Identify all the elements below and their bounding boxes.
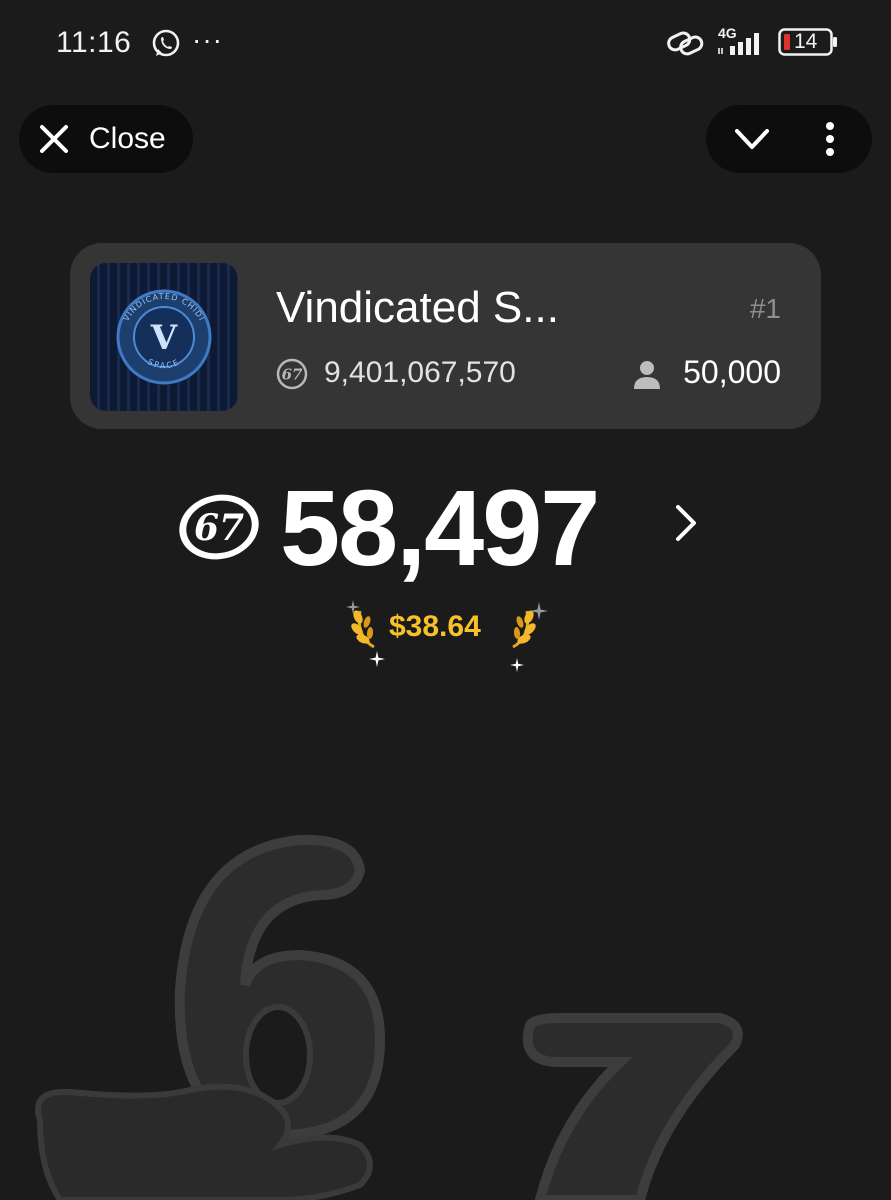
more-vertical-icon[interactable] [818,121,842,157]
usd-value: $38.64 [389,610,481,643]
community-members: 50,000 [683,354,781,390]
coin-big-label: 67 [194,507,244,549]
digit-seven-shape [522,1013,743,1200]
coin-small-label: 67 [282,366,303,384]
community-card[interactable]: VINDICATED CHIDI SPACE V Vindicated S...… [70,243,821,429]
close-button[interactable]: Close [19,105,193,173]
chevron-right-icon[interactable] [672,502,700,544]
close-label: Close [89,122,166,155]
coin-67-icon: 67 [276,358,308,390]
sparkle-icon [346,600,360,614]
link-icon [667,31,704,56]
sparkle-icon [510,658,524,672]
menu-button-group [706,105,872,173]
coin-67-icon: 67 [179,494,259,560]
person-icon [634,361,660,389]
community-name: Vindicated S... [276,283,559,332]
more-notifications-icon: ··· [192,24,223,55]
background-67-illustration [35,834,743,1200]
sparkle-icon [530,602,548,620]
close-icon [40,125,68,153]
chevron-down-icon[interactable] [732,122,772,156]
community-total: 9,401,067,570 [324,356,516,389]
logo-letter: V [150,318,178,358]
balance-amount[interactable]: 58,497 [280,465,600,590]
status-bar: 11:16 ··· 4G 14 [0,0,891,90]
signal-icon [718,33,759,55]
community-rank: #1 [749,293,781,324]
community-logo: VINDICATED CHIDI SPACE V [90,263,238,411]
battery-level: 14 [794,30,818,53]
whatsapp-icon [152,29,180,57]
status-time: 11:16 [56,26,132,59]
sparkle-icon [369,651,385,667]
